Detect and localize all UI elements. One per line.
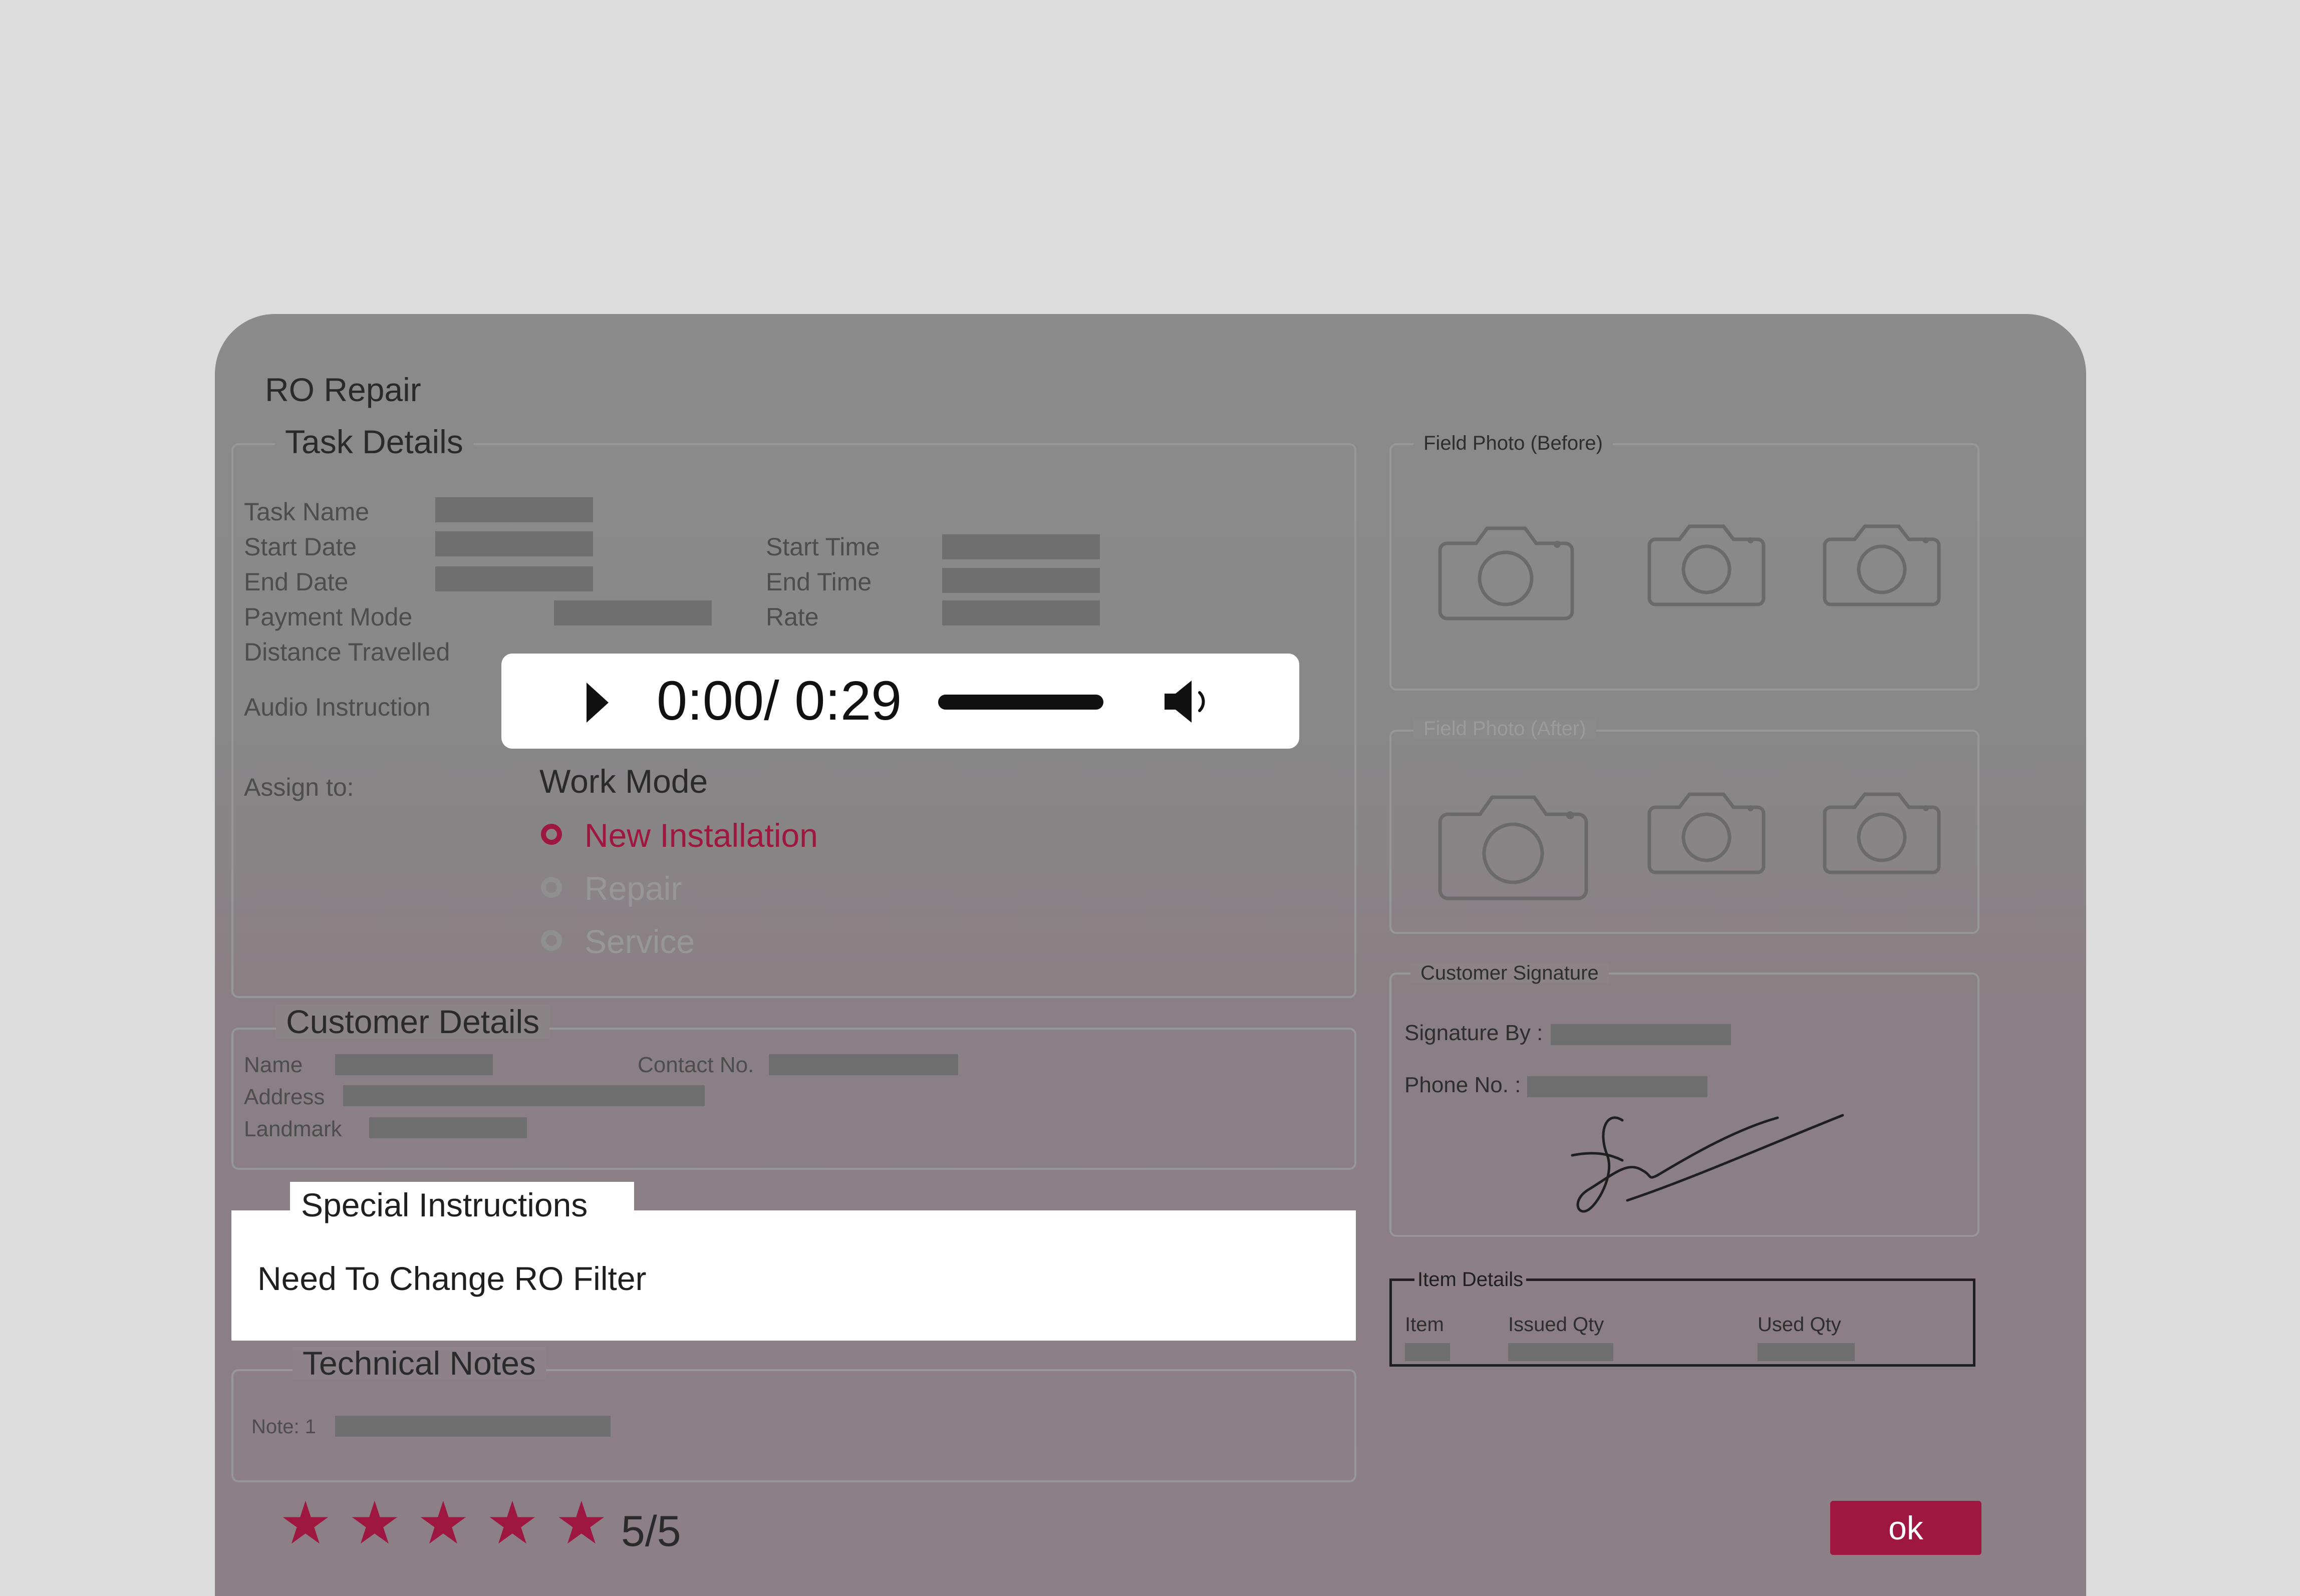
camera-icon[interactable] — [1823, 782, 1941, 875]
camera-icon[interactable] — [1437, 514, 1574, 621]
start-time-value — [942, 534, 1100, 559]
star-5[interactable]: ★ — [555, 1494, 608, 1553]
camera-icon[interactable] — [1437, 782, 1589, 901]
task-name-value — [435, 497, 593, 522]
work-mode-option-repair[interactable]: Repair — [585, 872, 682, 905]
rate-label: Rate — [766, 603, 819, 631]
rating-label: 5/5 — [621, 1507, 681, 1555]
contact-label: Contact No. — [638, 1053, 754, 1077]
technical-notes-legend: Technical Notes — [293, 1347, 546, 1380]
camera-icon[interactable] — [1823, 514, 1941, 607]
star-3[interactable]: ★ — [417, 1494, 470, 1553]
task-details-legend: Task Details — [275, 425, 473, 458]
audio-player: 0:00/ 0:29 — [501, 654, 1299, 749]
customer-landmark-value — [369, 1117, 527, 1138]
audio-progress-slider[interactable] — [938, 695, 1103, 710]
end-date-value — [435, 566, 593, 591]
payment-mode-value — [554, 600, 712, 625]
end-time-value — [942, 568, 1100, 593]
work-mode-option-service[interactable]: Service — [585, 925, 695, 958]
issued-qty-column-header: Issued Qty — [1508, 1314, 1604, 1336]
work-mode-label: Work Mode — [539, 763, 708, 800]
customer-signature-legend: Customer Signature — [1410, 963, 1609, 983]
audio-time: 0:00/ 0:29 — [657, 670, 902, 732]
technical-note-value — [335, 1416, 611, 1437]
contact-value — [769, 1054, 958, 1075]
task-name-label: Task Name — [244, 498, 370, 526]
camera-icon[interactable] — [1647, 514, 1766, 607]
start-date-value — [435, 531, 593, 556]
item-details-section — [1389, 1279, 1975, 1367]
star-1[interactable]: ★ — [279, 1494, 332, 1553]
star-2[interactable]: ★ — [348, 1494, 401, 1553]
customer-details-legend: Customer Details — [276, 1005, 550, 1038]
signature-by-value — [1551, 1024, 1731, 1045]
work-mode-option-new-installation[interactable]: New Installation — [585, 819, 818, 852]
field-photo-after-legend: Field Photo (After) — [1413, 719, 1596, 739]
radio-new-installation[interactable] — [541, 824, 562, 845]
special-instructions-text: Need To Change RO Filter — [257, 1260, 647, 1297]
star-4[interactable]: ★ — [486, 1494, 539, 1553]
item-column-header: Item — [1405, 1314, 1444, 1336]
used-qty-value — [1758, 1343, 1855, 1361]
start-time-label: Start Time — [766, 533, 880, 561]
play-icon[interactable] — [585, 681, 611, 727]
distance-travelled-label: Distance Travelled — [244, 638, 450, 666]
item-value — [1405, 1343, 1450, 1361]
used-qty-column-header: Used Qty — [1758, 1314, 1841, 1336]
radio-service[interactable] — [541, 930, 562, 951]
item-details-legend: Item Details — [1414, 1269, 1527, 1290]
ok-button[interactable]: ok — [1830, 1501, 1981, 1555]
volume-icon[interactable] — [1163, 678, 1218, 728]
special-instructions-legend: Special Instructions — [301, 1186, 588, 1223]
task-card: RO Repair Task Details Task Name Start D… — [215, 314, 2086, 1596]
customer-landmark-label: Landmark — [244, 1117, 342, 1141]
signature-by-label: Signature By : — [1404, 1021, 1543, 1045]
customer-name-value — [335, 1054, 493, 1075]
audio-instruction-label: Audio Instruction — [244, 693, 431, 721]
page-title: RO Repair — [265, 371, 421, 408]
end-date-label: End Date — [244, 568, 349, 596]
signature-phone-label: Phone No. : — [1404, 1073, 1521, 1097]
start-date-label: Start Date — [244, 533, 357, 561]
customer-address-label: Address — [244, 1085, 325, 1109]
signature-image — [1567, 1100, 1868, 1233]
rate-value — [942, 600, 1100, 625]
radio-repair[interactable] — [541, 877, 562, 898]
field-photo-before-legend: Field Photo (Before) — [1413, 433, 1613, 453]
payment-mode-label: Payment Mode — [244, 603, 413, 631]
customer-address-value — [343, 1085, 705, 1106]
camera-icon[interactable] — [1647, 782, 1766, 875]
customer-name-label: Name — [244, 1053, 303, 1077]
assign-to-label: Assign to: — [244, 773, 354, 801]
end-time-label: End Time — [766, 568, 872, 596]
signature-phone-value — [1527, 1076, 1707, 1097]
issued-qty-value — [1508, 1343, 1613, 1361]
technical-note-label: Note: 1 — [251, 1416, 316, 1438]
